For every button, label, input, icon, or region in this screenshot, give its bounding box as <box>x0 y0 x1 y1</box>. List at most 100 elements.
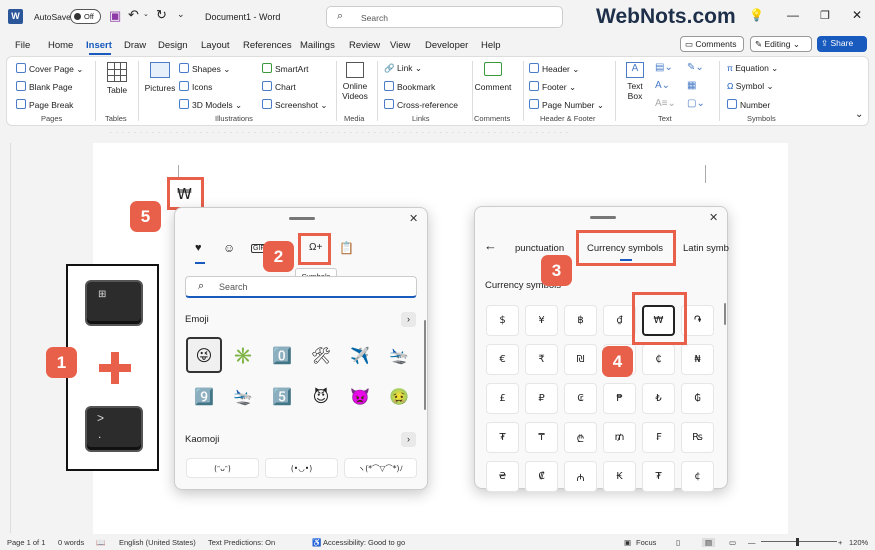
smartart-button[interactable]: SmartArt <box>262 63 309 74</box>
currency-symbol-item[interactable]: ₢ <box>564 383 597 414</box>
currency-symbol-item[interactable]: ₡ <box>525 461 558 492</box>
clipboard-tab-icon[interactable]: 📋 <box>339 241 354 255</box>
back-arrow-icon[interactable]: ← <box>484 238 497 253</box>
tab-draw[interactable]: Draw <box>124 40 146 51</box>
emoji-search-box[interactable]: ⌕ Search <box>185 276 417 298</box>
close-panel-icon[interactable]: ✕ <box>709 211 718 224</box>
page-break-button[interactable]: Page Break <box>16 99 73 110</box>
currency-symbol-item[interactable]: ₮ <box>642 461 675 492</box>
tab-developer[interactable]: Developer <box>425 40 468 51</box>
tab-view[interactable]: View <box>390 40 410 51</box>
zoom-out-icon[interactable]: — <box>748 538 756 547</box>
number-button[interactable]: Number <box>727 99 770 110</box>
tab-review[interactable]: Review <box>349 40 380 51</box>
tab-home[interactable]: Home <box>48 40 73 51</box>
screenshot-button[interactable]: Screenshot ⌄ <box>262 99 327 111</box>
zoom-level[interactable]: 120% <box>849 538 868 547</box>
kaomoji-item[interactable]: (ᵔᴗᵔ) <box>186 458 259 478</box>
accessibility-status[interactable]: Accessibility: Good to go <box>323 538 405 547</box>
currency-symbol-item[interactable]: ฿ <box>564 305 597 336</box>
tab-layout[interactable]: Layout <box>201 40 230 51</box>
object-icon[interactable]: ▢⌄ <box>687 98 705 109</box>
emoji-item[interactable]: 🛬 <box>381 337 417 373</box>
currency-symbol-item[interactable]: ₪ <box>564 344 597 375</box>
currency-symbol-item[interactable]: ₼ <box>564 461 597 492</box>
minimize-icon[interactable]: — <box>787 8 799 22</box>
header-button[interactable]: Header ⌄ <box>529 63 579 75</box>
editing-button[interactable]: ✎ Editing ⌄ <box>750 36 812 52</box>
undo-dropdown-icon[interactable]: ⌄ <box>143 10 149 18</box>
currency-symbol-item[interactable]: ₽ <box>525 383 558 414</box>
currency-symbol-item[interactable]: ₨ <box>681 422 714 453</box>
currency-symbol-item[interactable]: ¥ <box>525 305 558 336</box>
equation-button[interactable]: π Equation ⌄ <box>727 63 778 74</box>
link-button[interactable]: 🔗 Link ⌄ <box>384 63 422 74</box>
share-button[interactable]: ⇪ Share <box>817 36 867 52</box>
emoji-item[interactable]: 😈 <box>303 378 339 414</box>
language-status[interactable]: English (United States) <box>119 538 196 547</box>
currency-symbol-item[interactable]: ₵ <box>642 344 675 375</box>
currency-symbol-item[interactable]: ₹ <box>525 344 558 375</box>
currency-symbol-item[interactable]: ₾ <box>564 422 597 453</box>
currency-symbol-item[interactable]: $ <box>486 305 519 336</box>
read-mode-icon[interactable]: ▯ <box>676 538 680 547</box>
kaomoji-item[interactable]: (•◡•) <box>265 458 338 478</box>
emoji-scrollbar[interactable] <box>424 320 426 410</box>
currency-symbol-item[interactable]: ₲ <box>681 383 714 414</box>
currency-symbol-item[interactable]: ₮ <box>486 422 519 453</box>
emoji-item[interactable]: ✳️ <box>225 337 261 373</box>
web-layout-icon[interactable]: ▭ <box>729 538 736 547</box>
panel-grip[interactable] <box>590 216 616 219</box>
zoom-in-icon[interactable]: + <box>838 538 842 547</box>
tab-punctuation[interactable]: punctuation <box>515 243 564 254</box>
print-layout-icon[interactable]: ▤ <box>702 538 716 547</box>
date-time-icon[interactable]: ▦ <box>687 80 696 91</box>
symbol-button[interactable]: Ω Symbol ⌄ <box>727 81 774 92</box>
currency-symbol-item[interactable]: ₥ <box>603 422 636 453</box>
currency-symbol-item[interactable]: ₸ <box>525 422 558 453</box>
autosave-toggle[interactable]: Off <box>70 9 101 24</box>
currency-symbol-item[interactable]: ₦ <box>681 344 714 375</box>
close-panel-icon[interactable]: ✕ <box>409 212 418 225</box>
page-number-button[interactable]: Page Number ⌄ <box>529 99 604 111</box>
shapes-button[interactable]: Shapes ⌄ <box>179 63 230 75</box>
blank-page-button[interactable]: Blank Page <box>16 81 72 92</box>
currency-symbol-item[interactable]: ₱ <box>603 383 636 414</box>
panel-grip[interactable] <box>289 217 315 220</box>
tab-references[interactable]: References <box>243 40 292 51</box>
cross-reference-button[interactable]: Cross-reference <box>384 99 458 110</box>
currency-symbol-item[interactable]: ¢ <box>681 461 714 492</box>
search-box[interactable]: ⌕ Search <box>326 6 563 28</box>
kaomoji-more-icon[interactable]: › <box>401 432 416 447</box>
emoji-item[interactable]: 9️⃣ <box>186 378 222 414</box>
emoji-tab-icon[interactable]: ♥ <box>195 242 202 254</box>
currency-symbol-item[interactable]: ₣ <box>642 422 675 453</box>
wordart-icon[interactable]: A⌄ <box>655 80 670 91</box>
zoom-slider-thumb[interactable] <box>796 538 799 546</box>
pictures-button[interactable]: Pictures <box>144 62 176 93</box>
emoji-item[interactable]: 👿 <box>342 378 378 414</box>
quick-parts-icon[interactable]: ▤⌄ <box>655 62 673 73</box>
tab-design[interactable]: Design <box>158 40 188 51</box>
emoji-item[interactable]: 😜 <box>186 337 222 373</box>
proofing-icon[interactable]: 📖 <box>96 538 105 547</box>
3d-models-button[interactable]: 3D Models ⌄ <box>179 99 242 111</box>
tab-mailings[interactable]: Mailings <box>300 40 335 51</box>
signature-line-icon[interactable]: ✎⌄ <box>687 62 704 73</box>
currency-symbol-item[interactable]: ₴ <box>486 461 519 492</box>
comments-button[interactable]: ▭ Comments <box>680 36 744 52</box>
zoom-slider[interactable] <box>761 541 837 542</box>
emoji-item[interactable]: 🤢 <box>381 378 417 414</box>
text-predictions-status[interactable]: Text Predictions: On <box>208 538 275 547</box>
page-count[interactable]: Page 1 of 1 <box>7 538 45 547</box>
currency-symbol-item[interactable]: £ <box>486 383 519 414</box>
redo-icon[interactable]: ↻ <box>156 7 167 23</box>
close-window-icon[interactable]: ✕ <box>852 8 862 22</box>
table-button[interactable]: Table <box>105 62 129 95</box>
bookmark-button[interactable]: Bookmark <box>384 81 435 92</box>
tab-latin-symbols[interactable]: Latin symb <box>683 243 729 254</box>
chart-button[interactable]: Chart <box>262 81 296 92</box>
symbols-scrollbar[interactable] <box>724 303 726 325</box>
word-count[interactable]: 0 words <box>58 538 84 547</box>
save-icon[interactable]: ▣ <box>109 8 121 24</box>
